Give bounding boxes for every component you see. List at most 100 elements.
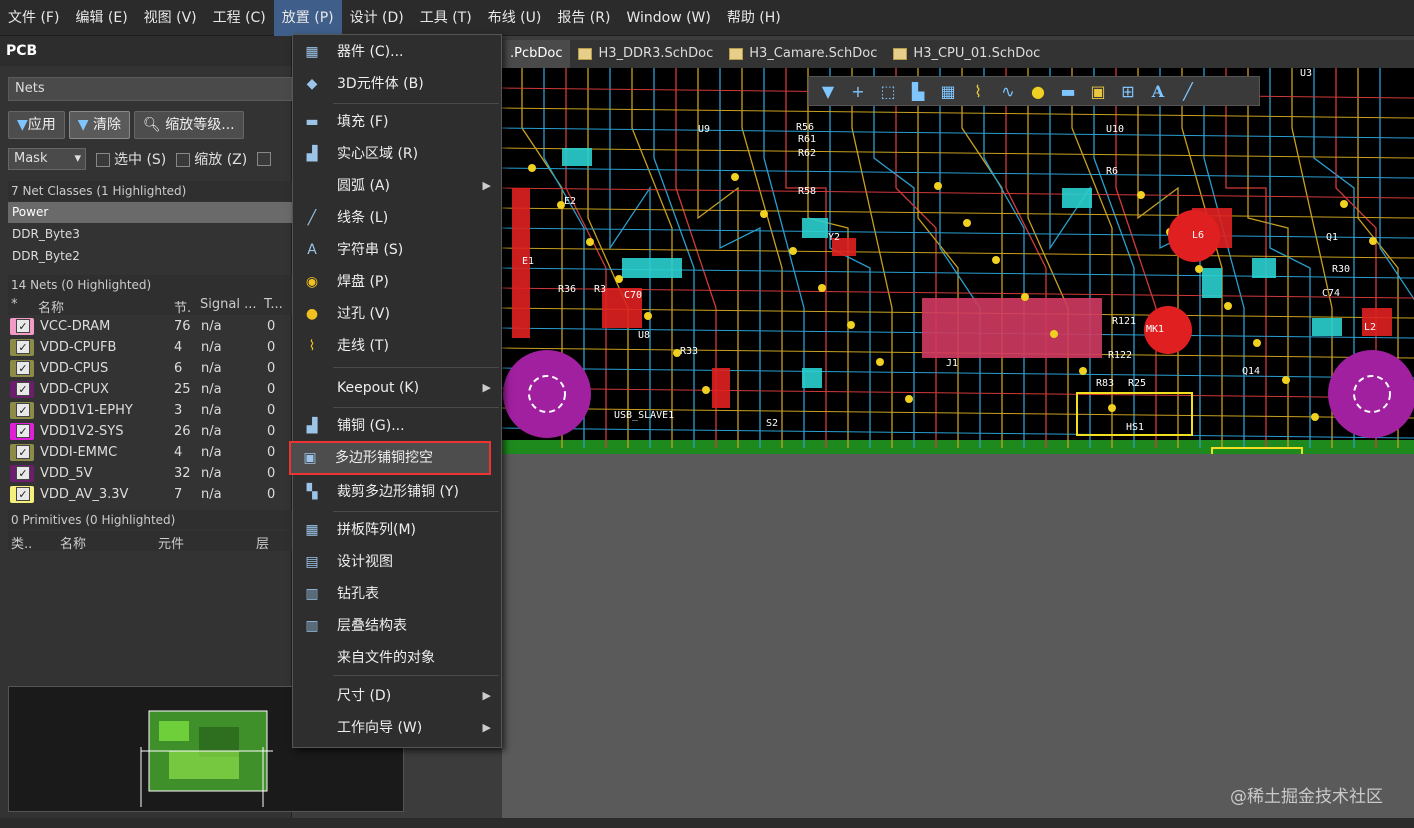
document-tab[interactable]: H3_Camare.SchDoc: [721, 40, 885, 68]
col-signal[interactable]: Signal ...: [200, 297, 256, 312]
diff-pair-icon[interactable]: ∿: [995, 79, 1021, 103]
place-menu-item[interactable]: ▟ 铺铜 (G)...: [293, 411, 501, 441]
check-icon[interactable]: ✓: [16, 487, 30, 501]
place-menu-item[interactable]: ▦ 器件 (C)...: [293, 37, 501, 67]
place-menu-item[interactable]: ▟ 实心区域 (R): [293, 139, 501, 169]
menu-7[interactable]: 布线 (U): [480, 0, 550, 36]
net-color-swatch[interactable]: ✓: [10, 318, 34, 335]
net-class-row[interactable]: DDR_Byte2: [8, 246, 292, 267]
check-icon[interactable]: ✓: [16, 403, 30, 417]
mask-select[interactable]: Mask ▾: [8, 148, 86, 170]
text-icon[interactable]: A: [1145, 79, 1171, 103]
menu-1[interactable]: 编辑 (E): [67, 0, 135, 36]
net-color-swatch[interactable]: ✓: [10, 423, 34, 440]
col-star[interactable]: *: [11, 297, 18, 312]
menu-3[interactable]: 工程 (C): [205, 0, 274, 36]
net-color-swatch[interactable]: ✓: [10, 381, 34, 398]
place-menu-item[interactable]: ▥ 层叠结构表: [293, 611, 501, 641]
clear-button[interactable]: ▼ 清除: [68, 111, 131, 139]
net-color-swatch[interactable]: ✓: [10, 444, 34, 461]
select-option[interactable]: 选中 (S): [96, 149, 166, 169]
col-t[interactable]: T...: [264, 297, 283, 312]
net-row[interactable]: ✓ VDD-CPUX 25 n/a 0: [8, 379, 292, 400]
menu-8[interactable]: 报告 (R): [549, 0, 618, 36]
net-row[interactable]: ✓ VDD_AV_3.3V 7 n/a 0: [8, 484, 292, 505]
net-row[interactable]: ✓ VDDI-EMMC 4 n/a 0: [8, 442, 292, 463]
place-menu-item[interactable]: ⌇ 走线 (T): [293, 331, 501, 361]
place-menu-item[interactable]: ▥ 钻孔表: [293, 579, 501, 609]
place-menu-item[interactable]: 圆弧 (A) ▶: [293, 171, 501, 201]
panel-mode-select[interactable]: Nets: [8, 77, 292, 101]
menu-5[interactable]: 设计 (D): [342, 0, 412, 36]
pcb-canvas[interactable]: E2 E1 U8 R33 R36 R3 C70 USB_SLAVE1 S2 Y2 L6 Q1 R30 C7…: [502, 68, 1414, 454]
dimension-icon[interactable]: ⊞: [1115, 79, 1141, 103]
place-menu-item[interactable]: ▤ 设计视图: [293, 547, 501, 577]
net-class-row[interactable]: Power: [8, 202, 292, 223]
place-menu-item[interactable]: ▚ 裁剪多边形铺铜 (Y): [293, 477, 501, 507]
line-icon[interactable]: ╱: [1175, 79, 1201, 103]
col-prim-name[interactable]: 名称: [60, 533, 86, 552]
col-layer[interactable]: 层: [256, 533, 269, 552]
region-icon[interactable]: ▣: [1085, 79, 1111, 103]
align-icon[interactable]: ▙: [905, 79, 931, 103]
check-icon[interactable]: ✓: [16, 445, 30, 459]
col-component[interactable]: 元件: [158, 533, 184, 552]
place-menu-item[interactable]: Keepout (K) ▶: [293, 373, 501, 403]
via-icon[interactable]: ●: [1025, 79, 1051, 103]
place-menu-item[interactable]: ▦ 拼板阵列(M): [293, 515, 501, 545]
menu-2[interactable]: 视图 (V): [136, 0, 205, 36]
menu-4[interactable]: 放置 (P): [273, 0, 342, 36]
filter-icon[interactable]: ▼: [815, 79, 841, 103]
place-menu-item[interactable]: 工作向导 (W) ▶: [293, 713, 501, 743]
check-icon[interactable]: ✓: [16, 466, 30, 480]
document-tab[interactable]: .PcbDoc: [502, 40, 571, 68]
place-menu-item[interactable]: A 字符串 (S): [293, 235, 501, 265]
workspace-background[interactable]: [502, 454, 1414, 818]
net-row[interactable]: ✓ VDD1V2-SYS 26 n/a 0: [8, 421, 292, 442]
net-row[interactable]: ✓ VCC-DRAM 76 n/a 0: [8, 316, 292, 337]
extra-checkbox[interactable]: [257, 152, 272, 166]
check-icon[interactable]: ✓: [16, 382, 30, 396]
check-icon[interactable]: ✓: [16, 424, 30, 438]
crosshair-icon[interactable]: +: [845, 79, 871, 103]
place-menu-item[interactable]: 来自文件的对象: [293, 643, 501, 673]
place-menu-item[interactable]: ▣ 多边形铺铜挖空: [289, 441, 491, 475]
zoom-checkbox[interactable]: [176, 153, 191, 167]
check-icon[interactable]: ✓: [16, 319, 30, 333]
zoom-level-button[interactable]: 🔍︎ 缩放等级...: [134, 111, 244, 139]
fill-icon[interactable]: ▬: [1055, 79, 1081, 103]
net-class-row[interactable]: DDR_Byte3: [8, 224, 292, 245]
net-row[interactable]: ✓ VDD-CPUS 6 n/a 0: [8, 358, 292, 379]
check-icon[interactable]: ✓: [16, 340, 30, 354]
document-tab[interactable]: H3_DDR3.SchDoc: [570, 40, 721, 68]
select-rect-icon[interactable]: ⬚: [875, 79, 901, 103]
net-color-swatch[interactable]: ✓: [10, 486, 34, 503]
place-menu-item[interactable]: ╱ 线条 (L): [293, 203, 501, 233]
place-menu-item[interactable]: ● 过孔 (V): [293, 299, 501, 329]
apply-button[interactable]: ▼应用: [8, 111, 65, 139]
col-nodes[interactable]: 节.: [174, 297, 191, 316]
zoom-option[interactable]: 缩放 (Z): [176, 149, 247, 169]
check-icon[interactable]: ✓: [16, 361, 30, 375]
place-menu-item[interactable]: 尺寸 (D) ▶: [293, 681, 501, 711]
net-color-swatch[interactable]: ✓: [10, 360, 34, 377]
net-color-swatch[interactable]: ✓: [10, 465, 34, 482]
net-row[interactable]: ✓ VDD1V1-EPHY 3 n/a 0: [8, 400, 292, 421]
place-menu-item[interactable]: ◆ 3D元件体 (B): [293, 69, 501, 99]
component-icon[interactable]: ▦: [935, 79, 961, 103]
place-menu-item[interactable]: ▬ 填充 (F): [293, 107, 501, 137]
menu-10[interactable]: 帮助 (H): [719, 0, 789, 36]
menu-0[interactable]: 文件 (F): [0, 0, 67, 36]
net-row[interactable]: ✓ VDD_5V 32 n/a 0: [8, 463, 292, 484]
net-color-swatch[interactable]: ✓: [10, 339, 34, 356]
place-menu-item[interactable]: ◉ 焊盘 (P): [293, 267, 501, 297]
menu-6[interactable]: 工具 (T): [412, 0, 480, 36]
col-type[interactable]: 类..: [11, 533, 32, 552]
net-row[interactable]: ✓ VDD-CPUFB 4 n/a 0: [8, 337, 292, 358]
menu-9[interactable]: Window (W): [618, 0, 718, 36]
col-name[interactable]: 名称: [38, 297, 64, 316]
route-icon[interactable]: ⌇: [965, 79, 991, 103]
select-checkbox[interactable]: [96, 153, 110, 167]
document-tab[interactable]: H3_CPU_01.SchDoc: [885, 40, 1048, 68]
net-color-swatch[interactable]: ✓: [10, 402, 34, 419]
